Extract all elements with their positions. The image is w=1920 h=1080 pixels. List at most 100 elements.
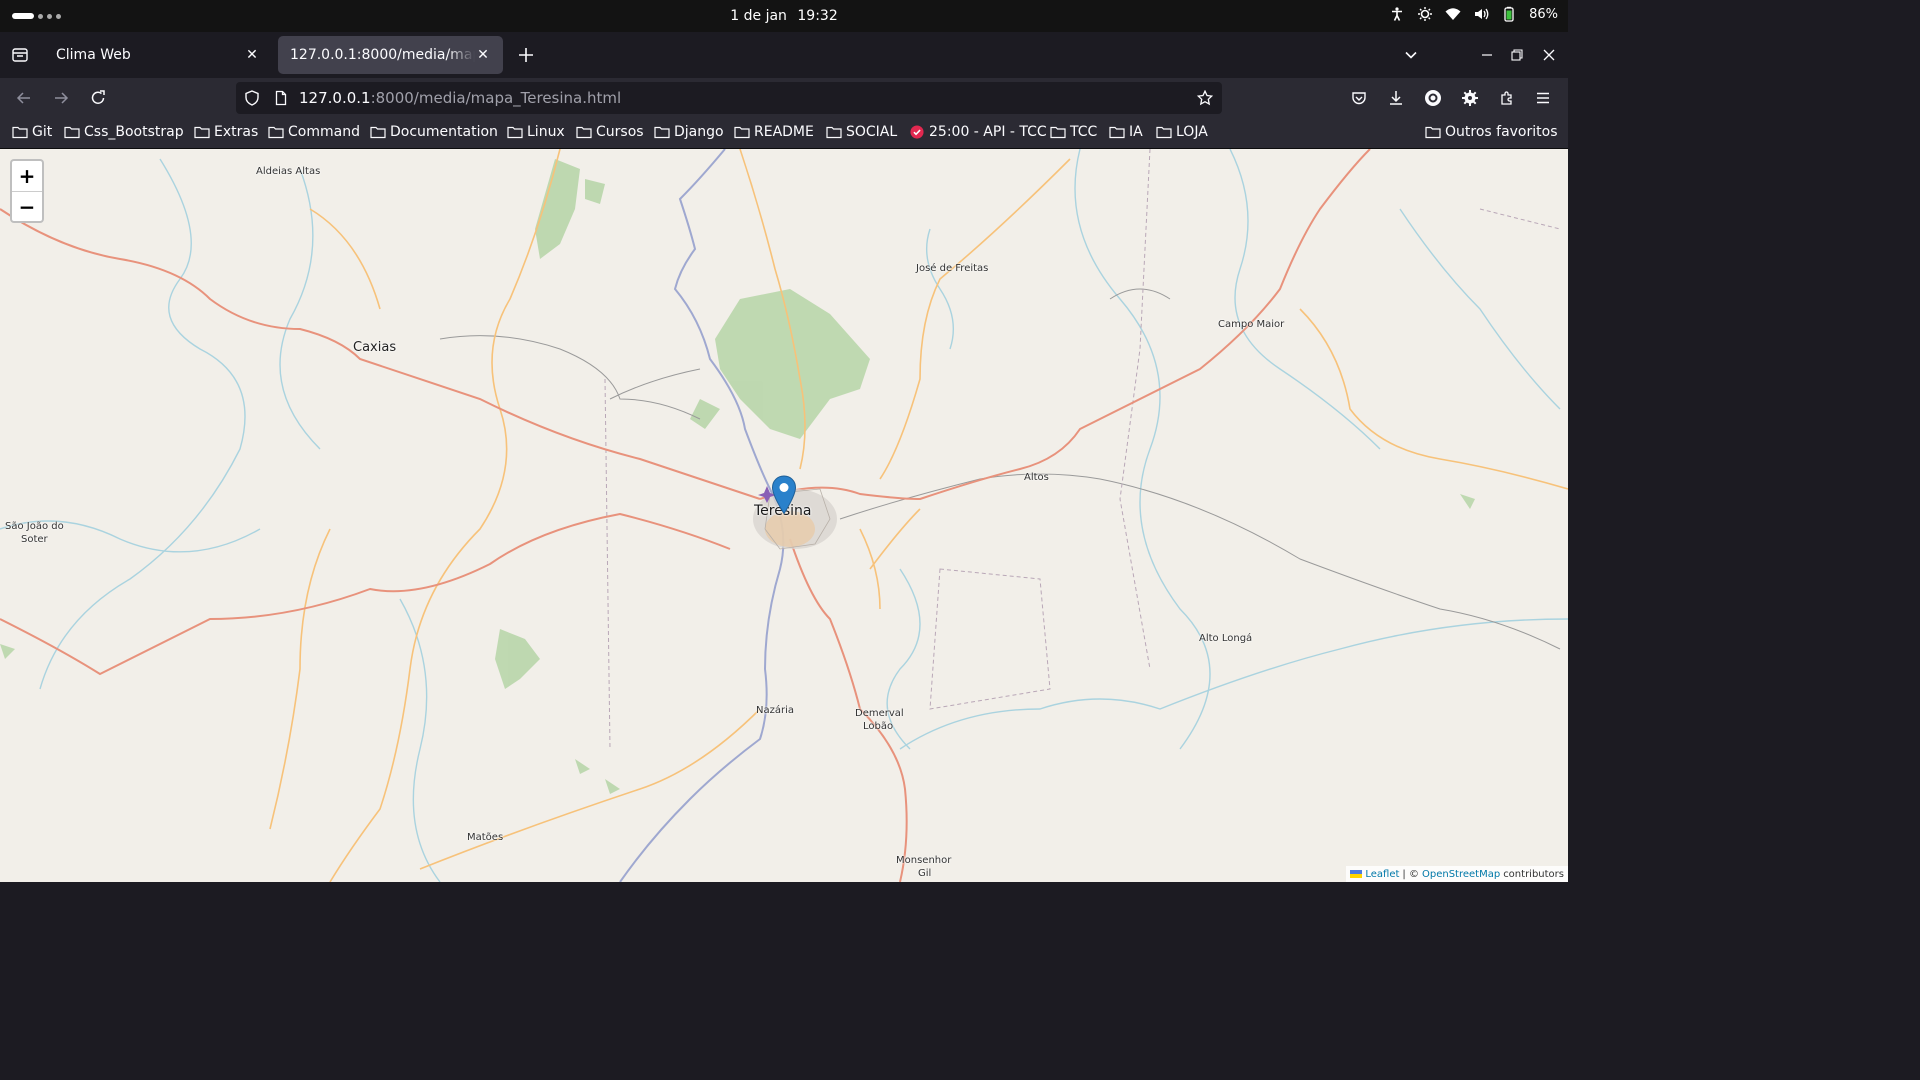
openstreetmap-link[interactable]: OpenStreetMap	[1422, 869, 1500, 880]
chevron-down-icon	[1405, 51, 1417, 59]
bookmark-django[interactable]: Django	[654, 124, 724, 140]
admin-boundaries	[604, 149, 1561, 750]
place-label: Nazária	[756, 705, 795, 716]
arrow-right-icon	[55, 92, 69, 104]
folder-icon	[654, 126, 670, 139]
attribution-separator: | ©	[1402, 868, 1419, 880]
place-label: Demerval	[855, 708, 904, 719]
restore-button[interactable]	[1506, 44, 1528, 66]
close-window-button[interactable]	[1538, 44, 1560, 66]
zoom-in-button[interactable]: +	[12, 161, 42, 191]
bookmark-api-tcc[interactable]: 25:00 - API - TCC	[909, 124, 1047, 140]
minimize-button[interactable]	[1476, 44, 1498, 66]
place-label: Caxias	[353, 340, 397, 355]
url-bar[interactable]: 127.0.0.1:8000/media/mapa_Teresina.html	[236, 82, 1222, 114]
folder-icon	[64, 126, 80, 139]
bookmark-tcc[interactable]: TCC	[1050, 124, 1097, 140]
bookmark-label: Command	[288, 124, 360, 140]
system-clock[interactable]: 1 de jan 19:32	[0, 8, 1568, 24]
leaflet-map[interactable]: Aldeias Altas José de Freitas Campo Maio…	[0, 149, 1568, 882]
app-menu-button[interactable]	[1531, 86, 1555, 110]
star-icon[interactable]	[1197, 90, 1213, 106]
battery-icon[interactable]	[1501, 6, 1517, 22]
tab-close-icon[interactable]: ✕	[475, 47, 491, 63]
place-label: Campo Maior	[1218, 319, 1285, 330]
extension-gear-button[interactable]	[1458, 86, 1482, 110]
account-icon	[1425, 90, 1441, 106]
tab-mapa-teresina[interactable]: 127.0.0.1:8000/media/mapa_Teresina.html …	[278, 36, 503, 74]
bookmark-ia[interactable]: IA	[1109, 124, 1143, 140]
back-button[interactable]	[12, 86, 36, 110]
restore-icon	[1511, 49, 1523, 61]
place-label: Aldeias Altas	[256, 166, 321, 177]
arrow-left-icon	[16, 92, 30, 104]
gear-icon	[1462, 90, 1478, 106]
bookmark-label: Django	[674, 124, 724, 140]
account-button[interactable]	[1421, 86, 1445, 110]
bookmark-loja[interactable]: LOJA	[1156, 124, 1208, 140]
bookmark-readme[interactable]: README	[734, 124, 814, 140]
folder-icon	[826, 126, 842, 139]
bookmark-git[interactable]: Git	[12, 124, 52, 140]
map-marker-icon[interactable]	[771, 475, 797, 515]
place-label: Soter	[21, 534, 48, 545]
tab-close-icon[interactable]: ✕	[244, 47, 260, 63]
extensions-button[interactable]	[1495, 86, 1519, 110]
pocket-button[interactable]	[1347, 86, 1371, 110]
system-top-bar: 1 de jan 19:32 86%	[0, 0, 1568, 32]
forward-button[interactable]	[49, 86, 73, 110]
bookmark-label: Documentation	[390, 124, 498, 140]
secondary-roads	[269, 149, 1568, 882]
other-bookmarks[interactable]: Outros favoritos	[1425, 124, 1558, 140]
place-label: Gil	[918, 868, 932, 879]
bookmark-label: TCC	[1070, 124, 1098, 140]
close-icon	[1543, 49, 1555, 61]
firefox-view-button[interactable]	[8, 43, 32, 67]
bookmark-label: IA	[1129, 124, 1143, 140]
bookmark-label: 25:00 - API - TCC	[929, 124, 1047, 140]
reload-button[interactable]	[86, 86, 110, 110]
accessibility-icon[interactable]	[1389, 6, 1405, 22]
downloads-button[interactable]	[1384, 86, 1408, 110]
boundaries	[439, 288, 1561, 650]
shield-icon[interactable]	[244, 90, 260, 106]
page-icon[interactable]	[273, 90, 289, 106]
url-host: 127.0.0.1	[299, 89, 371, 107]
check-circle-icon	[910, 125, 924, 139]
leaflet-link[interactable]: Leaflet	[1365, 869, 1399, 880]
folder-icon	[1156, 126, 1172, 139]
url-text[interactable]: 127.0.0.1:8000/media/mapa_Teresina.html	[299, 89, 621, 107]
map-attribution: Leaflet | © OpenStreetMap contributors	[1346, 866, 1568, 882]
primary-roads	[0, 149, 1371, 882]
bookmark-command[interactable]: Command	[268, 124, 360, 140]
bookmark-label: Cursos	[596, 124, 644, 140]
wifi-icon[interactable]	[1445, 6, 1461, 22]
download-icon	[1390, 91, 1402, 105]
new-tab-button[interactable]	[514, 43, 538, 67]
bookmark-extras[interactable]: Extras	[194, 124, 258, 140]
minimize-icon	[1482, 54, 1492, 56]
plus-icon	[519, 48, 533, 62]
folder-icon	[194, 126, 210, 139]
tab-title: Clima Web	[56, 47, 131, 63]
place-label: Matões	[467, 832, 504, 843]
place-label: José de Freitas	[916, 263, 989, 274]
bookmark-linux[interactable]: Linux	[507, 124, 565, 140]
bookmark-label: Extras	[214, 124, 259, 140]
bookmark-documentation[interactable]: Documentation	[370, 124, 498, 140]
zoom-out-button[interactable]: −	[12, 191, 42, 221]
tab-title: 127.0.0.1:8000/media/mapa_Teresina.html	[290, 47, 475, 63]
clock-date: 1 de jan	[730, 8, 787, 24]
bookmark-cursos[interactable]: Cursos	[576, 124, 644, 140]
list-all-tabs-button[interactable]	[1400, 44, 1422, 66]
bookmark-css-bootstrap[interactable]: Css_Bootstrap	[64, 124, 184, 140]
system-status-area[interactable]: 86%	[1389, 6, 1558, 22]
bookmark-label: LOJA	[1176, 124, 1208, 140]
volume-icon[interactable]	[1473, 6, 1489, 22]
navigation-toolbar: 127.0.0.1:8000/media/mapa_Teresina.html	[0, 78, 1568, 118]
battery-percent: 86%	[1529, 6, 1558, 22]
folder-icon	[1425, 126, 1441, 139]
tab-clima-web[interactable]: Clima Web ✕	[44, 36, 272, 74]
brightness-icon[interactable]	[1417, 6, 1433, 22]
bookmark-social[interactable]: SOCIAL	[826, 124, 897, 140]
